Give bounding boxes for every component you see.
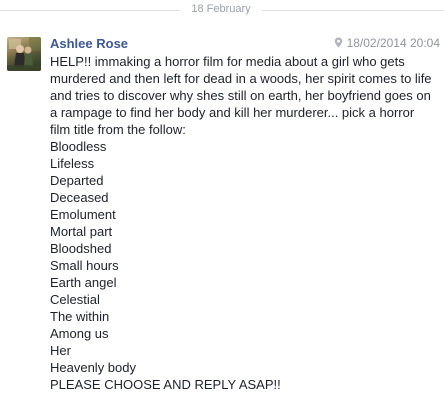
- list-item: Deceased: [50, 190, 109, 205]
- avatar-photo-icon: [7, 37, 41, 71]
- list-item: Emolument: [50, 207, 116, 222]
- list-item: Departed: [50, 173, 104, 188]
- sender-name-link[interactable]: Ashlee Rose: [50, 36, 128, 51]
- title-options-list: Bloodless Lifeless Departed Deceased Emo…: [50, 138, 435, 376]
- message-timestamp: 18/02/2014 20:04: [346, 36, 440, 50]
- date-divider-label: 18 February: [191, 3, 251, 15]
- sender-avatar[interactable]: [7, 37, 41, 71]
- list-item: Bloodshed: [50, 241, 112, 256]
- message-meta: 18/02/2014 20:04: [334, 36, 440, 51]
- date-divider: 18 February: [0, 0, 444, 22]
- list-item: Small hours: [50, 258, 119, 273]
- list-item: Heavenly body: [50, 360, 136, 375]
- message-intro: HELP!! immaking a horror film for media …: [50, 54, 432, 137]
- divider-line-right: [262, 10, 444, 11]
- list-item: Her: [50, 343, 71, 358]
- map-pin-icon[interactable]: [334, 37, 343, 51]
- list-item: Celestial: [50, 292, 100, 307]
- list-item: Mortal part: [50, 224, 113, 239]
- list-item: Bloodless: [50, 139, 107, 154]
- message-body: HELP!! immaking a horror film for media …: [50, 53, 435, 393]
- list-item: The within: [50, 309, 110, 324]
- divider-line-left: [0, 10, 180, 11]
- list-item: Among us: [50, 326, 109, 341]
- message-closing: PLEASE CHOOSE AND REPLY ASAP!!: [50, 377, 281, 392]
- list-item: Lifeless: [50, 156, 95, 171]
- list-item: Earth angel: [50, 275, 117, 290]
